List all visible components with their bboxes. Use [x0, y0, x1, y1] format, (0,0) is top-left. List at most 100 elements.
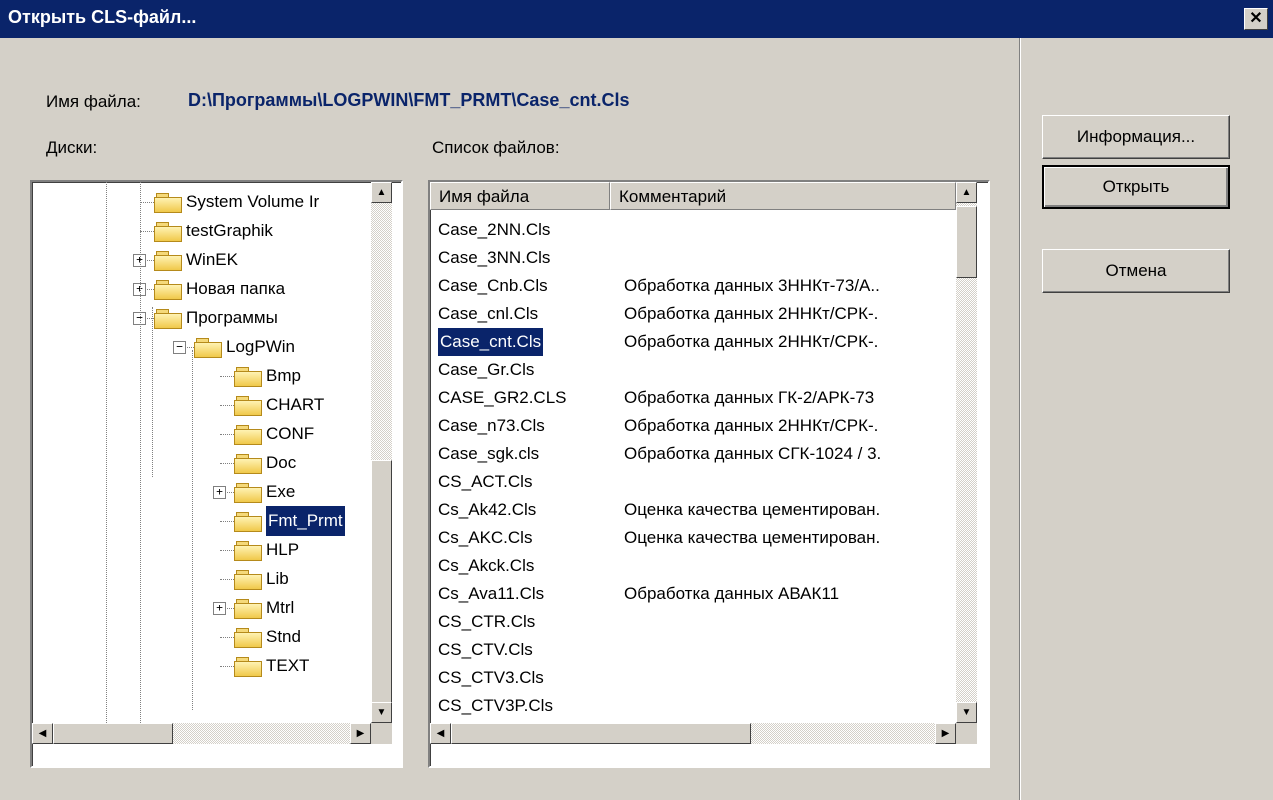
- file-name: CS_CTR.Cls: [438, 612, 536, 631]
- tree-connector: [220, 376, 234, 377]
- file-name: Case_Cnb.Cls: [438, 276, 548, 295]
- disks-label: Диски:: [46, 138, 98, 157]
- file-name: Case_3NN.Cls: [438, 248, 551, 267]
- file-row[interactable]: Case_cnt.Cls Обработка данных 2ННКт/СРК-.: [430, 327, 956, 357]
- tree-guide-line: [152, 307, 153, 477]
- tree-item-label: WinEK: [186, 250, 238, 269]
- tree-item-label: Новая папка: [186, 279, 286, 298]
- tree-scroll-left-button[interactable]: ◀: [32, 723, 53, 744]
- tree-connector: [220, 463, 234, 464]
- file-row[interactable]: Case_2NN.Cls: [430, 216, 956, 244]
- column-header-name[interactable]: Имя файла: [430, 182, 610, 210]
- tree-item[interactable]: Fmt_Prmt: [32, 505, 371, 537]
- tree-item[interactable]: − Программы: [32, 303, 371, 333]
- tree-item[interactable]: + Новая папка: [32, 274, 371, 304]
- tree-item[interactable]: + WinEK: [32, 245, 371, 275]
- file-name: Cs_Akck.Cls: [438, 556, 535, 575]
- tree-item-label: Fmt_Prmt: [265, 505, 346, 537]
- tree-item[interactable]: System Volume Ir: [32, 187, 371, 217]
- file-name: Case_cnt.Cls: [436, 327, 545, 357]
- tree-scroll-down-button[interactable]: ▼: [371, 702, 392, 723]
- open-cls-dialog: Открыть CLS-файл... ✕ Имя файла: D:\Прог…: [0, 0, 1273, 800]
- file-row[interactable]: CS_CTR.Cls: [430, 608, 956, 636]
- folder-icon: [234, 598, 262, 619]
- file-row[interactable]: Case_Gr.Cls: [430, 356, 956, 384]
- file-row[interactable]: Cs_AKC.Cls Оценка качества цементирован.: [430, 524, 956, 552]
- file-row[interactable]: Case_cnl.Cls Обработка данных 2ННКт/СРК-.: [430, 300, 956, 328]
- file-row[interactable]: Case_n73.Cls Обработка данных 2ННКт/СРК-.: [430, 412, 956, 440]
- expand-icon[interactable]: +: [213, 602, 226, 615]
- close-button[interactable]: ✕: [1244, 8, 1268, 30]
- file-row[interactable]: Cs_Ak42.Cls Оценка качества цементирован.: [430, 496, 956, 524]
- open-button[interactable]: Открыть: [1042, 165, 1230, 209]
- folder-icon: [234, 366, 262, 387]
- tree-item-label: LogPWin: [226, 337, 295, 356]
- tree-item-label: CHART: [266, 395, 325, 414]
- file-name: Case_sgk.cls: [438, 444, 540, 463]
- file-name: Case_Gr.Cls: [438, 360, 535, 379]
- file-row[interactable]: Case_sgk.cls Обработка данных СГК-1024 / …: [430, 440, 956, 468]
- files-scroll-corner: [956, 723, 977, 744]
- files-scroll-left-button[interactable]: ◀: [430, 723, 451, 744]
- title-bar[interactable]: Открыть CLS-файл... ✕: [0, 0, 1273, 38]
- file-row[interactable]: Cs_Akck.Cls: [430, 552, 956, 580]
- collapse-icon[interactable]: −: [173, 341, 186, 354]
- file-row[interactable]: CASE_GR2.CLS Обработка данных ГК-2/АРК-73: [430, 384, 956, 412]
- info-button[interactable]: Информация...: [1042, 115, 1230, 159]
- file-name: Case_n73.Cls: [438, 416, 545, 435]
- file-comment: Обработка данных СГК-1024 / 3.: [624, 444, 882, 463]
- tree-hscroll-thumb[interactable]: [53, 723, 173, 744]
- files-scroll-up-button[interactable]: ▲: [956, 182, 977, 203]
- tree-item-label: Doc: [266, 453, 297, 472]
- tree-item[interactable]: − LogPWin: [32, 332, 371, 362]
- folder-icon: [154, 308, 182, 329]
- file-row[interactable]: CS_ACT.Cls: [430, 468, 956, 496]
- tree-connector: [220, 405, 234, 406]
- tree-scroll-right-button[interactable]: ▶: [350, 723, 371, 744]
- tree-item-label: Программы: [186, 308, 278, 327]
- button-panel-divider: [1019, 38, 1020, 800]
- folder-icon: [234, 569, 262, 590]
- tree-vscroll-thumb[interactable]: [371, 460, 392, 704]
- files-vscroll-thumb[interactable]: [956, 206, 977, 278]
- tree-item[interactable]: CHART: [32, 390, 371, 420]
- files-hscroll-thumb[interactable]: [451, 723, 751, 744]
- tree-item[interactable]: Bmp: [32, 361, 371, 391]
- folder-icon: [194, 337, 222, 358]
- files-label: Список файлов:: [432, 138, 560, 157]
- files-scroll-down-button[interactable]: ▼: [956, 702, 977, 723]
- tree-connector: [220, 521, 234, 522]
- tree-item-label: TEXT: [266, 656, 310, 675]
- file-row[interactable]: CS_CTV3P.Cls: [430, 692, 956, 720]
- file-row[interactable]: CS_CTV3.Cls: [430, 664, 956, 692]
- folder-icon: [234, 395, 262, 416]
- files-scroll-right-button[interactable]: ▶: [935, 723, 956, 744]
- tree-connector: [220, 579, 234, 580]
- tree-item-label: Stnd: [266, 627, 301, 646]
- tree-item[interactable]: testGraphik: [32, 216, 371, 246]
- file-row[interactable]: Case_3NN.Cls: [430, 244, 956, 272]
- cancel-button[interactable]: Отмена: [1042, 249, 1230, 293]
- tree-item[interactable]: CONF: [32, 419, 371, 449]
- file-row[interactable]: Case_Cnb.Cls Обработка данных 3ННКт-73/А.…: [430, 272, 956, 300]
- window-title: Открыть CLS-файл...: [8, 7, 197, 27]
- file-row[interactable]: Cs_Ava11.Cls Обработка данных АВАК11: [430, 580, 956, 608]
- tree-item[interactable]: Doc: [32, 448, 371, 478]
- tree-item[interactable]: + Exe: [32, 477, 371, 507]
- tree-item[interactable]: + Mtrl: [32, 593, 371, 623]
- tree-item[interactable]: Stnd: [32, 622, 371, 652]
- file-row[interactable]: CS_CTV.Cls: [430, 636, 956, 664]
- disks-tree[interactable]: System Volume Ir testGraphik + WinEK + Новая …: [30, 180, 403, 768]
- tree-item[interactable]: Lib: [32, 564, 371, 594]
- file-name: CS_CTV3P.Cls: [438, 696, 553, 715]
- tree-item[interactable]: TEXT: [32, 651, 371, 681]
- column-header-comment[interactable]: Комментарий: [610, 182, 956, 210]
- tree-guide-line: [140, 182, 141, 723]
- file-name: CASE_GR2.CLS: [438, 388, 567, 407]
- file-comment: Оценка качества цементирован.: [624, 500, 881, 519]
- file-list[interactable]: Имя файла Комментарий Case_2NN.Cls Case_3…: [428, 180, 990, 768]
- tree-connector: [220, 550, 234, 551]
- expand-icon[interactable]: +: [213, 486, 226, 499]
- tree-scroll-up-button[interactable]: ▲: [371, 182, 392, 203]
- tree-item[interactable]: HLP: [32, 535, 371, 565]
